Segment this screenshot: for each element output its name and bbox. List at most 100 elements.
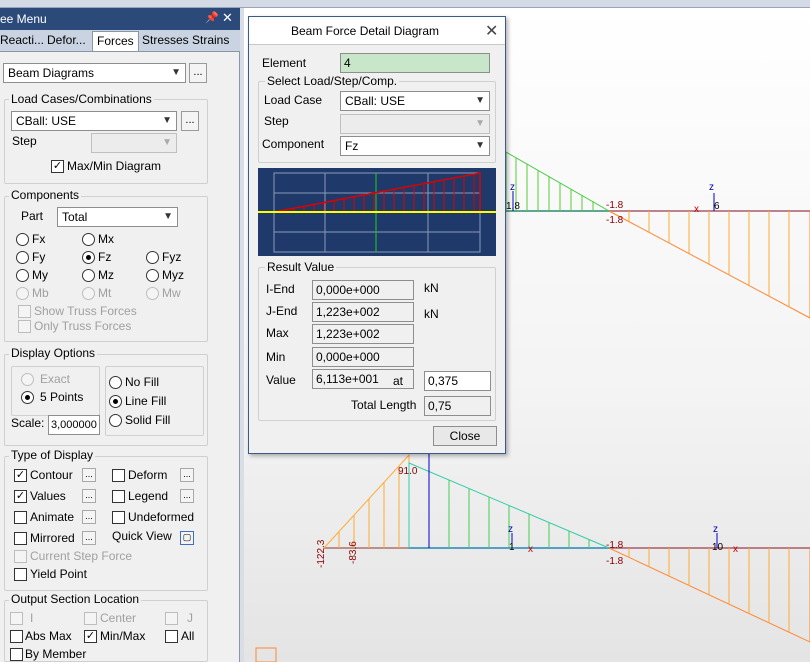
- deform-checkbox[interactable]: [112, 469, 125, 482]
- contour-options-button[interactable]: ...: [82, 468, 96, 482]
- radio-mb-label: Mb: [32, 286, 49, 300]
- load-case-label: Load Case: [264, 93, 323, 107]
- canvas-label-5: -1.8: [606, 556, 624, 567]
- radio-my[interactable]: [16, 269, 29, 282]
- only-truss-checkbox[interactable]: [18, 320, 31, 333]
- element-field[interactable]: 4: [340, 53, 490, 73]
- total-length-label: Total Length: [351, 398, 417, 412]
- radio-mw[interactable]: [146, 287, 159, 300]
- radio-line-fill-label: Line Fill: [125, 394, 167, 408]
- section-j-checkbox[interactable]: [165, 612, 178, 625]
- canvas-label-6: -122.3: [316, 539, 327, 568]
- lower-beam-diagram: [255, 453, 810, 662]
- scale-input[interactable]: 3,000000: [48, 415, 100, 435]
- tab-deformations[interactable]: Defor...: [47, 33, 86, 47]
- dialog-title-bar[interactable]: Beam Force Detail Diagram ✕: [249, 17, 505, 45]
- tab-forces[interactable]: Forces: [92, 31, 139, 51]
- contour-checkbox[interactable]: ✓: [14, 469, 27, 482]
- radio-no-fill[interactable]: [109, 376, 122, 389]
- quick-view-label: Quick View: [112, 529, 172, 543]
- radio-mz-label: Mz: [98, 268, 114, 282]
- radio-line-fill[interactable]: [109, 395, 122, 408]
- radio-fz-label: Fz: [98, 250, 112, 264]
- radio-fy[interactable]: [16, 251, 29, 264]
- chevron-down-icon: ▼: [475, 118, 485, 129]
- all-checkbox[interactable]: [165, 630, 178, 643]
- tab-strains[interactable]: Strains: [192, 33, 229, 47]
- tab-stresses[interactable]: Stresses: [142, 33, 189, 47]
- legend-checkbox[interactable]: [112, 490, 125, 503]
- radio-fyz[interactable]: [146, 251, 159, 264]
- dialog-component-value: Fz: [345, 139, 359, 153]
- deform-options-button[interactable]: ...: [180, 468, 194, 482]
- tab-reactions[interactable]: Reacti...: [0, 33, 44, 47]
- mirrored-options-button[interactable]: ...: [82, 531, 96, 545]
- load-cases-title: Load Cases/Combinations: [9, 92, 154, 106]
- section-i-checkbox[interactable]: [10, 612, 23, 625]
- section-i-label: I: [30, 611, 34, 625]
- deform-label: Deform: [128, 468, 168, 482]
- maxmin-diagram-checkbox[interactable]: ✓: [51, 160, 64, 173]
- close-button[interactable]: Close: [433, 426, 497, 446]
- radio-myz[interactable]: [146, 269, 159, 282]
- mirrored-checkbox[interactable]: [14, 532, 27, 545]
- quick-view-button[interactable]: ▢: [180, 531, 194, 545]
- maxmin-diagram-label: Max/Min Diagram: [67, 159, 162, 173]
- radio-exact[interactable]: [21, 373, 34, 386]
- current-step-checkbox[interactable]: [14, 550, 27, 563]
- radio-fz[interactable]: [82, 251, 95, 264]
- diagram-options-button[interactable]: ...: [189, 63, 207, 83]
- diagram-type-select[interactable]: Beam Diagrams ▼: [3, 63, 186, 83]
- by-member-checkbox[interactable]: [10, 648, 23, 661]
- close-icon[interactable]: ✕: [222, 10, 233, 26]
- radio-5-points[interactable]: [21, 391, 34, 404]
- diagram-type-value: Beam Diagrams: [8, 66, 95, 80]
- radio-solid-fill-label: Solid Fill: [125, 413, 171, 427]
- canvas-label-2: -1.8: [606, 200, 624, 211]
- values-options-button[interactable]: ...: [82, 489, 96, 503]
- undeformed-label: Undeformed: [128, 510, 195, 524]
- by-member-label: By Member: [25, 647, 87, 661]
- radio-mt[interactable]: [82, 287, 95, 300]
- dialog-component-select[interactable]: Fz ▼: [340, 136, 490, 156]
- radio-mb[interactable]: [16, 287, 29, 300]
- radio-mz[interactable]: [82, 269, 95, 282]
- radio-solid-fill[interactable]: [109, 414, 122, 427]
- part-select[interactable]: Total ▼: [57, 207, 178, 227]
- values-checkbox[interactable]: ✓: [14, 490, 27, 503]
- yield-point-label: Yield Point: [30, 567, 87, 581]
- section-j-label: J: [187, 611, 193, 625]
- canvas-label-1: 1.8: [506, 201, 520, 212]
- step-select[interactable]: ▼: [91, 133, 177, 153]
- dialog-step-select[interactable]: ▼: [340, 114, 490, 134]
- section-center-checkbox[interactable]: [84, 612, 97, 625]
- force-diagram-preview: [258, 168, 496, 256]
- animate-checkbox[interactable]: [14, 511, 27, 524]
- yield-point-checkbox[interactable]: [14, 568, 27, 581]
- radio-my-label: My: [32, 268, 48, 282]
- show-truss-checkbox[interactable]: [18, 305, 31, 318]
- radio-fyz-label: Fyz: [162, 250, 182, 264]
- undeformed-checkbox[interactable]: [112, 511, 125, 524]
- load-case-select[interactable]: CBall: USE ▼: [11, 111, 177, 131]
- radio-mx[interactable]: [82, 233, 95, 246]
- min-max-checkbox[interactable]: ✓: [84, 630, 97, 643]
- abs-max-checkbox[interactable]: [10, 630, 23, 643]
- panel-title-bar: ee Menu 📌 ✕: [0, 8, 240, 30]
- dialog-load-case-select[interactable]: CBall: USE ▼: [340, 91, 490, 111]
- axis-z-label: z: [510, 182, 515, 193]
- radio-fx[interactable]: [16, 233, 29, 246]
- output-section-title: Output Section Location: [9, 592, 142, 606]
- i-end-value: 0,000e+000: [312, 280, 414, 300]
- close-icon[interactable]: ✕: [485, 21, 498, 41]
- animate-options-button[interactable]: ...: [82, 510, 96, 524]
- at-position-input[interactable]: 0,375: [424, 371, 491, 391]
- load-case-options-button[interactable]: ...: [181, 111, 199, 131]
- pin-icon[interactable]: 📌: [205, 11, 219, 24]
- i-end-label: I-End: [266, 282, 295, 296]
- step-label: Step: [12, 134, 37, 148]
- canvas-label-9: 10: [712, 542, 724, 553]
- panel-title: ee Menu: [0, 12, 47, 26]
- legend-options-button[interactable]: ...: [180, 489, 194, 503]
- scale-label: Scale:: [11, 416, 45, 430]
